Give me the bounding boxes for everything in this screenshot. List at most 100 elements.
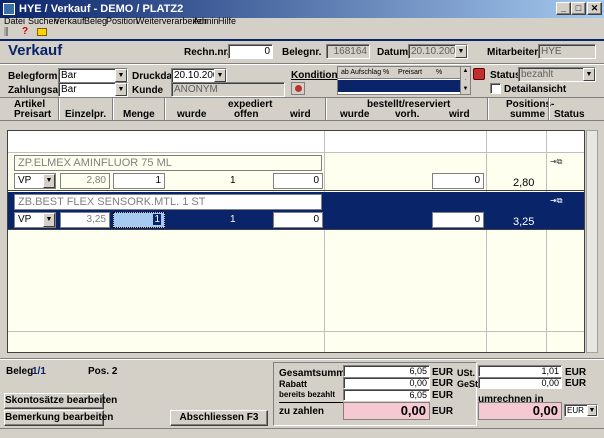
menu-datei[interactable]: Datei (4, 16, 25, 26)
kondition-edit-icon[interactable] (473, 68, 485, 80)
druckdat-field[interactable]: 20.10.2003 ▼ (171, 68, 227, 83)
col-vorh: vorh. (395, 109, 420, 120)
grid-top-strip (8, 131, 584, 153)
col-wurde-1: wurde (177, 109, 207, 120)
person-icon (295, 85, 302, 92)
row-detail-icon[interactable]: ⇥⧉ (550, 157, 572, 167)
row-2-article[interactable]: ZB.BEST FLEX SENSORK.MTL. 1 ST (14, 194, 322, 210)
minimize-button[interactable]: _ (556, 2, 571, 15)
rabatt-label: Rabatt (279, 379, 308, 389)
table-row-selected[interactable]: ZB.BEST FLEX SENSORK.MTL. 1 ST VP ▼ 3,25… (8, 192, 584, 230)
positions-grid[interactable]: ZP.ELMEX AMINFLUOR 75 ML VP ▼ 2,80 1 1 0… (7, 130, 585, 353)
chevron-down-icon[interactable]: ▼ (43, 213, 55, 227)
row-1-preisart[interactable]: VP ▼ (14, 173, 56, 189)
col-sep (548, 98, 549, 120)
mitarbeiter-label: Mitarbeiter (487, 47, 539, 58)
datum-value: 20.10.2003 (411, 46, 462, 57)
menu-verkauf[interactable]: Verkauf (54, 16, 85, 26)
maximize-button[interactable]: □ (571, 2, 586, 15)
row-2-preisart-value: VP (18, 214, 32, 225)
kondition-scrollbar[interactable]: ▲ · ▼ (460, 67, 470, 94)
kondition-selected-row[interactable] (338, 80, 460, 92)
chevron-down-icon[interactable]: ▼ (455, 45, 467, 58)
zahlungsart-select[interactable]: Bar ▼ (58, 82, 128, 97)
row-2-wird[interactable]: 0 (273, 212, 323, 228)
zuzahlen-currency: EUR (432, 406, 454, 417)
rabatt-currency: EUR (432, 378, 454, 389)
row-1-vorh[interactable]: 0 (432, 173, 484, 189)
help-icon[interactable]: ? (22, 26, 28, 37)
footer-divider (0, 358, 604, 359)
kondition-col-1: ab Aufschlag % (341, 69, 390, 76)
row-2-preisart[interactable]: VP ▼ (14, 212, 56, 228)
zuzahlen-field: 0,00 (343, 402, 430, 420)
grid-scrollbar[interactable] (586, 130, 598, 353)
row-1-article[interactable]: ZP.ELMEX AMINFLUOR 75 ML (14, 155, 322, 171)
umrechnen-field: 0,00 (478, 402, 562, 420)
row-detail-icon[interactable]: ⇥⧉ (550, 196, 572, 206)
ust-currency: EUR (565, 367, 587, 378)
col-sep (325, 98, 326, 120)
col-sep (164, 98, 165, 120)
header-divider-2 (0, 63, 604, 64)
chevron-down-icon[interactable]: ▼ (214, 69, 226, 82)
belegform-label: Belegform (8, 71, 58, 82)
col-sep (112, 98, 113, 120)
mitarbeiter-field: HYE (538, 44, 596, 59)
page-title: Verkauf (8, 42, 63, 59)
menu-position[interactable]: Position (106, 16, 138, 26)
grid-bottom-strip (8, 331, 584, 332)
chevron-down-icon[interactable]: ▼ (115, 83, 127, 96)
row-1-price[interactable]: 2,80 (60, 173, 110, 189)
mail-icon[interactable] (37, 28, 47, 36)
status-select[interactable]: bezahlt ▼ (518, 67, 596, 82)
close-button[interactable]: ✕ (587, 2, 602, 15)
gest-field: 0,00 (478, 377, 562, 389)
abschliessen-button[interactable]: Abschliessen F3 (170, 410, 268, 426)
row-1-menge[interactable]: 1 (113, 173, 165, 189)
belegnr-label: Belegnr. (282, 47, 322, 58)
belegform-select[interactable]: Bar ▼ (58, 68, 128, 83)
chevron-down-icon[interactable]: ▼ (115, 69, 127, 82)
menu-beleg[interactable]: Beleg (84, 16, 107, 26)
skonto-button[interactable]: Skontosätze bearbeiten (4, 393, 117, 409)
datum-field[interactable]: 20.10.2003 ▼ (408, 44, 468, 59)
table-row[interactable]: ZP.ELMEX AMINFLUOR 75 ML VP ▼ 2,80 1 1 0… (8, 153, 584, 191)
row-1-summe: 2,80 (513, 177, 535, 189)
menu-admin[interactable]: Admin (193, 16, 219, 26)
kondition-header: ab Aufschlag % Preisart % (338, 67, 460, 79)
ust-label: USt. (457, 368, 475, 378)
row-2-vorh[interactable]: 0 (432, 212, 484, 228)
zuzahlen-label: zu zahlen (279, 406, 325, 417)
kunde-label: Kunde (132, 85, 164, 96)
datum-label: Datum (377, 47, 409, 58)
chevron-down-icon[interactable]: ▼ (583, 68, 595, 81)
bereits-field: 6,05 (343, 389, 430, 401)
currency-select[interactable]: EUR ▼ (564, 404, 598, 417)
bemerkung-button[interactable]: Bemerkung bearbeiten (4, 410, 113, 426)
row-1-wird[interactable]: 0 (273, 173, 323, 189)
belegnr-field: 168164 (326, 44, 370, 59)
gest-currency: EUR (565, 378, 587, 389)
toolbar: ⫼ ? (0, 26, 604, 39)
kunde-lookup-icon[interactable] (291, 82, 305, 95)
rechn-field[interactable]: 0 (228, 44, 273, 59)
kondition-col-2: Preisart (398, 69, 423, 76)
kunde-field[interactable]: ANONYM (171, 82, 285, 97)
menu-hilfe[interactable]: Hilfe (218, 16, 236, 26)
col-wurde-2: wurde (340, 109, 370, 120)
detail-label: Detailansicht (504, 84, 567, 95)
row-2-menge[interactable]: 1 (113, 212, 165, 228)
detail-checkbox[interactable] (490, 83, 501, 94)
gesamtsumme-field: 6,05 (343, 365, 430, 377)
kondition-grid[interactable]: ab Aufschlag % Preisart % ▲ · ▼ (337, 66, 471, 95)
library-icon[interactable]: ⫼ (4, 27, 9, 38)
col-sep (487, 98, 488, 120)
col-summe: summe (510, 109, 546, 120)
col-preisart: Preisart (14, 109, 52, 120)
belegform-value: Bar (61, 70, 77, 81)
chevron-down-icon[interactable]: ▼ (43, 174, 55, 188)
chevron-down-icon[interactable]: ▼ (587, 405, 597, 416)
rechn-label: Rechn.nr. (184, 47, 230, 58)
row-2-price[interactable]: 3,25 (60, 212, 110, 228)
